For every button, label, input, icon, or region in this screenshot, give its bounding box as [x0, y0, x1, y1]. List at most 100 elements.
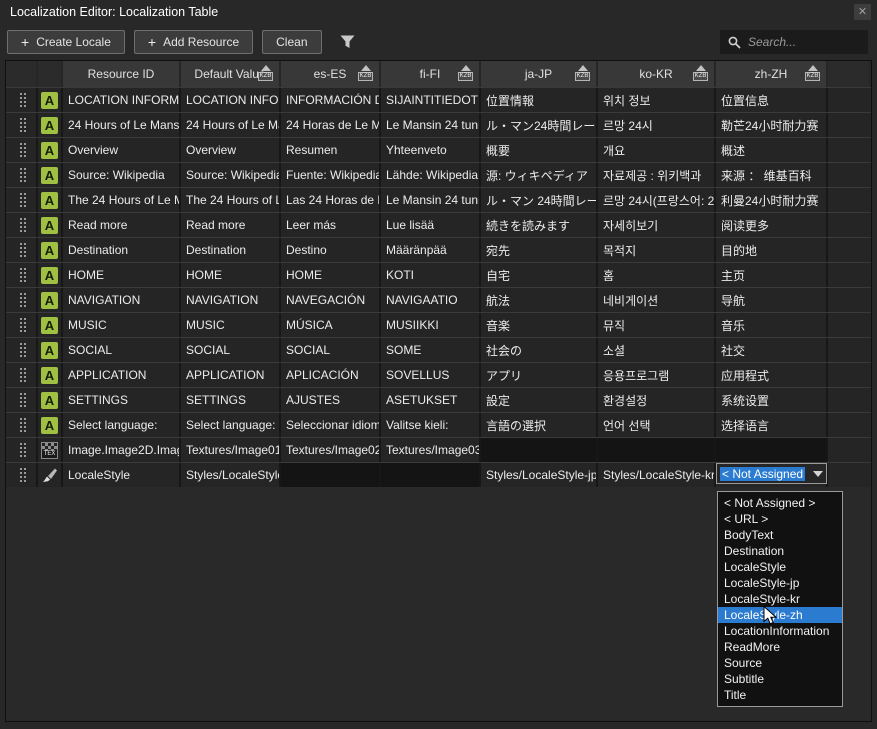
cell-ja-jp[interactable]: Styles/LocaleStyle-jp [481, 463, 598, 487]
cell-ja-jp[interactable]: 音楽 [481, 313, 598, 337]
column-header-ja-jp[interactable]: ja-JP KZB [481, 61, 598, 87]
locale-style-zh-combobox[interactable]: < Not Assigned [716, 463, 827, 484]
cell-default-value[interactable]: Destination [181, 238, 281, 262]
dropdown-item[interactable]: Title [718, 687, 842, 703]
cell-es-es[interactable]: AJUSTES [281, 388, 381, 412]
row-drag-handle[interactable] [6, 388, 38, 412]
cell-es-es[interactable]: HOME [281, 263, 381, 287]
cell-resource-id[interactable]: LOCATION INFORMAT [63, 88, 181, 112]
row-drag-handle[interactable] [6, 138, 38, 162]
column-header-zh-zh[interactable]: zh-ZH KZB [716, 61, 828, 87]
cell-ja-jp[interactable]: ル・マン24時間レース [481, 113, 598, 137]
cell-zh-zh[interactable] [716, 438, 828, 462]
cell-ko-kr[interactable]: Styles/LocaleStyle-kr [598, 463, 716, 487]
cell-default-value[interactable]: Textures/Image01 [181, 438, 281, 462]
cell-resource-id[interactable]: NAVIGATION [63, 288, 181, 312]
cell-resource-id[interactable]: LocaleStyle [63, 463, 181, 487]
cell-zh-zh[interactable]: 勒芒24小时耐力赛 [716, 113, 828, 137]
cell-fi-fi[interactable]: Textures/Image03 [381, 438, 481, 462]
cell-zh-zh[interactable]: 概述 [716, 138, 828, 162]
cell-fi-fi[interactable]: NAVIGAATIO [381, 288, 481, 312]
kzb-export-icon[interactable]: KZB [257, 65, 274, 81]
cell-es-es[interactable]: APLICACIÓN [281, 363, 381, 387]
dropdown-item[interactable]: BodyText [718, 527, 842, 543]
cell-default-value[interactable]: 24 Hours of Le Ma [181, 113, 281, 137]
cell-fi-fi[interactable]: SOVELLUS [381, 363, 481, 387]
cell-default-value[interactable]: HOME [181, 263, 281, 287]
dropdown-item[interactable]: Subtitle [718, 671, 842, 687]
cell-resource-id[interactable]: The 24 Hours of Le M [63, 188, 181, 212]
cell-es-es[interactable]: Seleccionar idiom [281, 413, 381, 437]
cell-resource-id[interactable]: Read more [63, 213, 181, 237]
row-drag-handle[interactable] [6, 213, 38, 237]
cell-fi-fi[interactable]: ASETUKSET [381, 388, 481, 412]
cell-ja-jp[interactable]: 設定 [481, 388, 598, 412]
cell-ja-jp[interactable]: 社会の [481, 338, 598, 362]
cell-fi-fi[interactable]: SOME [381, 338, 481, 362]
cell-zh-zh[interactable]: 应用程式 [716, 363, 828, 387]
cell-zh-zh[interactable]: 主页 [716, 263, 828, 287]
cell-es-es[interactable]: Textures/Image02 [281, 438, 381, 462]
cell-resource-id[interactable]: APPLICATION [63, 363, 181, 387]
clean-button[interactable]: Clean [262, 30, 321, 54]
cell-default-value[interactable]: The 24 Hours of L [181, 188, 281, 212]
cell-fi-fi[interactable]: SIJAINTITIEDOT [381, 88, 481, 112]
cell-ko-kr[interactable]: 자세히보기 [598, 213, 716, 237]
dropdown-item[interactable]: LocaleStyle-jp [718, 575, 842, 591]
cell-ja-jp[interactable]: 源: ウィキペディア [481, 163, 598, 187]
row-drag-handle[interactable] [6, 263, 38, 287]
cell-zh-zh[interactable]: 阅读更多 [716, 213, 828, 237]
cell-fi-fi[interactable]: Lähde: Wikipedia [381, 163, 481, 187]
cell-ko-kr[interactable]: 환경설정 [598, 388, 716, 412]
row-drag-handle[interactable] [6, 313, 38, 337]
cell-es-es[interactable]: Leer más [281, 213, 381, 237]
column-header-resource-id[interactable]: Resource ID [63, 61, 181, 87]
cell-default-value[interactable]: Source: Wikipedia [181, 163, 281, 187]
cell-ko-kr[interactable]: 응용프로그램 [598, 363, 716, 387]
cell-default-value[interactable]: SETTINGS [181, 388, 281, 412]
kzb-export-icon[interactable]: KZB [692, 65, 709, 81]
add-resource-button[interactable]: + Add Resource [134, 30, 253, 54]
cell-ko-kr[interactable]: 목적지 [598, 238, 716, 262]
cell-ja-jp[interactable]: 言語の選択 [481, 413, 598, 437]
cell-resource-id[interactable]: Source: Wikipedia [63, 163, 181, 187]
cell-zh-zh[interactable]: 目的地 [716, 238, 828, 262]
cell-es-es[interactable]: NAVEGACIÓN [281, 288, 381, 312]
cell-default-value[interactable]: MUSIC [181, 313, 281, 337]
dropdown-item[interactable]: LocaleStyle-kr [718, 591, 842, 607]
kzb-export-icon[interactable]: KZB [804, 65, 821, 81]
cell-fi-fi[interactable]: Le Mansin 24 tunn [381, 188, 481, 212]
cell-zh-zh[interactable]: 来源 ： 维基百科 [716, 163, 828, 187]
cell-fi-fi[interactable]: MUSIIKKI [381, 313, 481, 337]
cell-es-es[interactable]: Fuente: Wikipedia [281, 163, 381, 187]
cell-fi-fi[interactable]: Määränpää [381, 238, 481, 262]
dropdown-item[interactable]: Source [718, 655, 842, 671]
cell-ja-jp[interactable]: ル・マン 24時間レース（ [481, 188, 598, 212]
cell-zh-zh[interactable]: 导航 [716, 288, 828, 312]
cell-ja-jp[interactable]: 航法 [481, 288, 598, 312]
cell-es-es[interactable]: Las 24 Horas de L [281, 188, 381, 212]
cell-zh-zh[interactable]: 选择语言 [716, 413, 828, 437]
cell-ja-jp[interactable]: 概要 [481, 138, 598, 162]
row-drag-handle[interactable] [6, 113, 38, 137]
row-drag-handle[interactable] [6, 363, 38, 387]
dropdown-item[interactable]: ReadMore [718, 639, 842, 655]
kzb-export-icon[interactable]: KZB [574, 65, 591, 81]
cell-ja-jp[interactable]: 自宅 [481, 263, 598, 287]
cell-fi-fi[interactable] [381, 463, 481, 487]
cell-ko-kr[interactable]: 언어 선택 [598, 413, 716, 437]
cell-es-es[interactable]: SOCIAL [281, 338, 381, 362]
kzb-export-icon[interactable]: KZB [357, 65, 374, 81]
cell-ko-kr[interactable]: 자료제공 : 위키백과 [598, 163, 716, 187]
cell-resource-id[interactable]: SOCIAL [63, 338, 181, 362]
cell-resource-id[interactable]: Overview [63, 138, 181, 162]
cell-ko-kr[interactable]: 르망 24시 [598, 113, 716, 137]
row-drag-handle[interactable] [6, 163, 38, 187]
cell-zh-zh[interactable]: 系统设置 [716, 388, 828, 412]
cell-fi-fi[interactable]: Valitse kieli: [381, 413, 481, 437]
column-header-ko-kr[interactable]: ko-KR KZB [598, 61, 716, 87]
dropdown-item[interactable]: < Not Assigned > [718, 495, 842, 511]
cell-fi-fi[interactable]: Lue lisää [381, 213, 481, 237]
row-drag-handle[interactable] [6, 463, 38, 487]
cell-default-value[interactable]: Select language: [181, 413, 281, 437]
